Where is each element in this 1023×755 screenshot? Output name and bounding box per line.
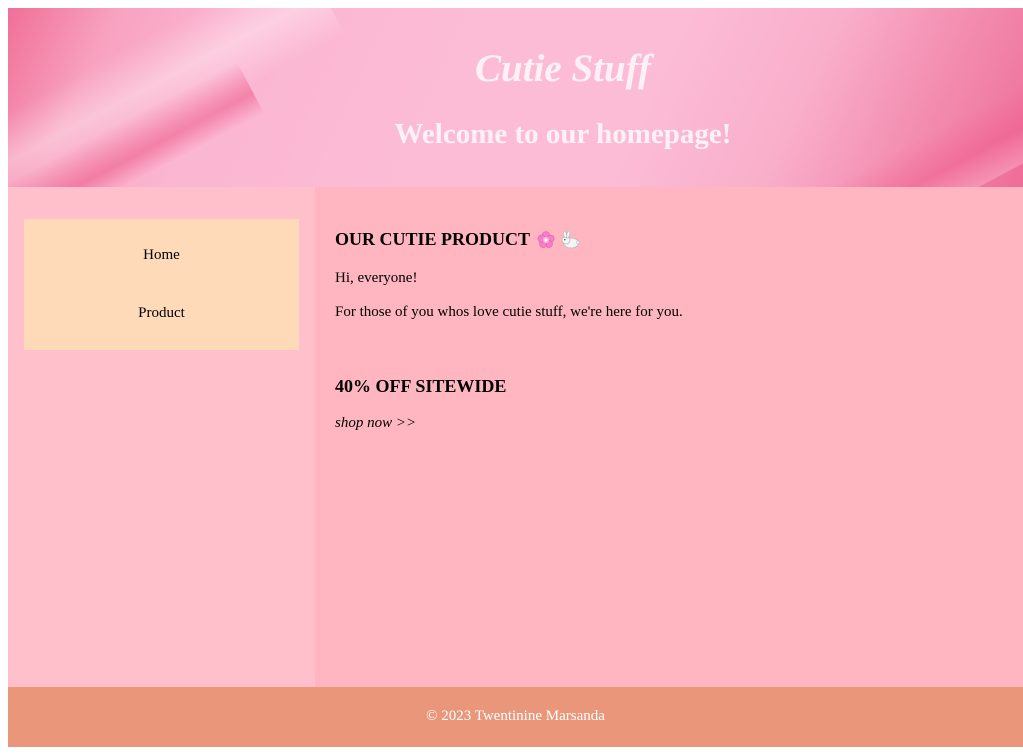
nav-item-home[interactable]: Home	[24, 247, 299, 264]
bunny-icon	[560, 230, 580, 249]
flower-icon	[537, 230, 555, 249]
sale-heading: 40% OFF SITEWIDE	[335, 376, 507, 396]
product-heading-text: OUR CUTIE PRODUCT	[335, 229, 531, 249]
copyright-text: © 2023 Twentinine Marsanda	[426, 708, 605, 724]
product-heading: OUR CUTIE PRODUCT	[335, 229, 580, 250]
sidebar: Home Product	[8, 187, 315, 687]
main-content: OUR CUTIE PRODUCT Hi, everyone! For thos…	[315, 187, 1023, 687]
site-title: Cutie Stuff	[475, 47, 651, 90]
footer: © 2023 Twentinine Marsanda	[8, 687, 1023, 747]
page: Cutie Stuff Welcome to our homepage! Hom…	[8, 8, 1023, 747]
intro-text: For those of you whos love cutie stuff, …	[335, 304, 683, 320]
shop-now-link[interactable]: shop now >>	[335, 415, 416, 432]
nav-item-product[interactable]: Product	[24, 305, 299, 322]
nav-menu: Home Product	[24, 219, 299, 350]
header-banner: Cutie Stuff Welcome to our homepage!	[8, 8, 1023, 187]
greeting-text: Hi, everyone!	[335, 270, 418, 286]
welcome-heading: Welcome to our homepage!	[394, 118, 732, 150]
